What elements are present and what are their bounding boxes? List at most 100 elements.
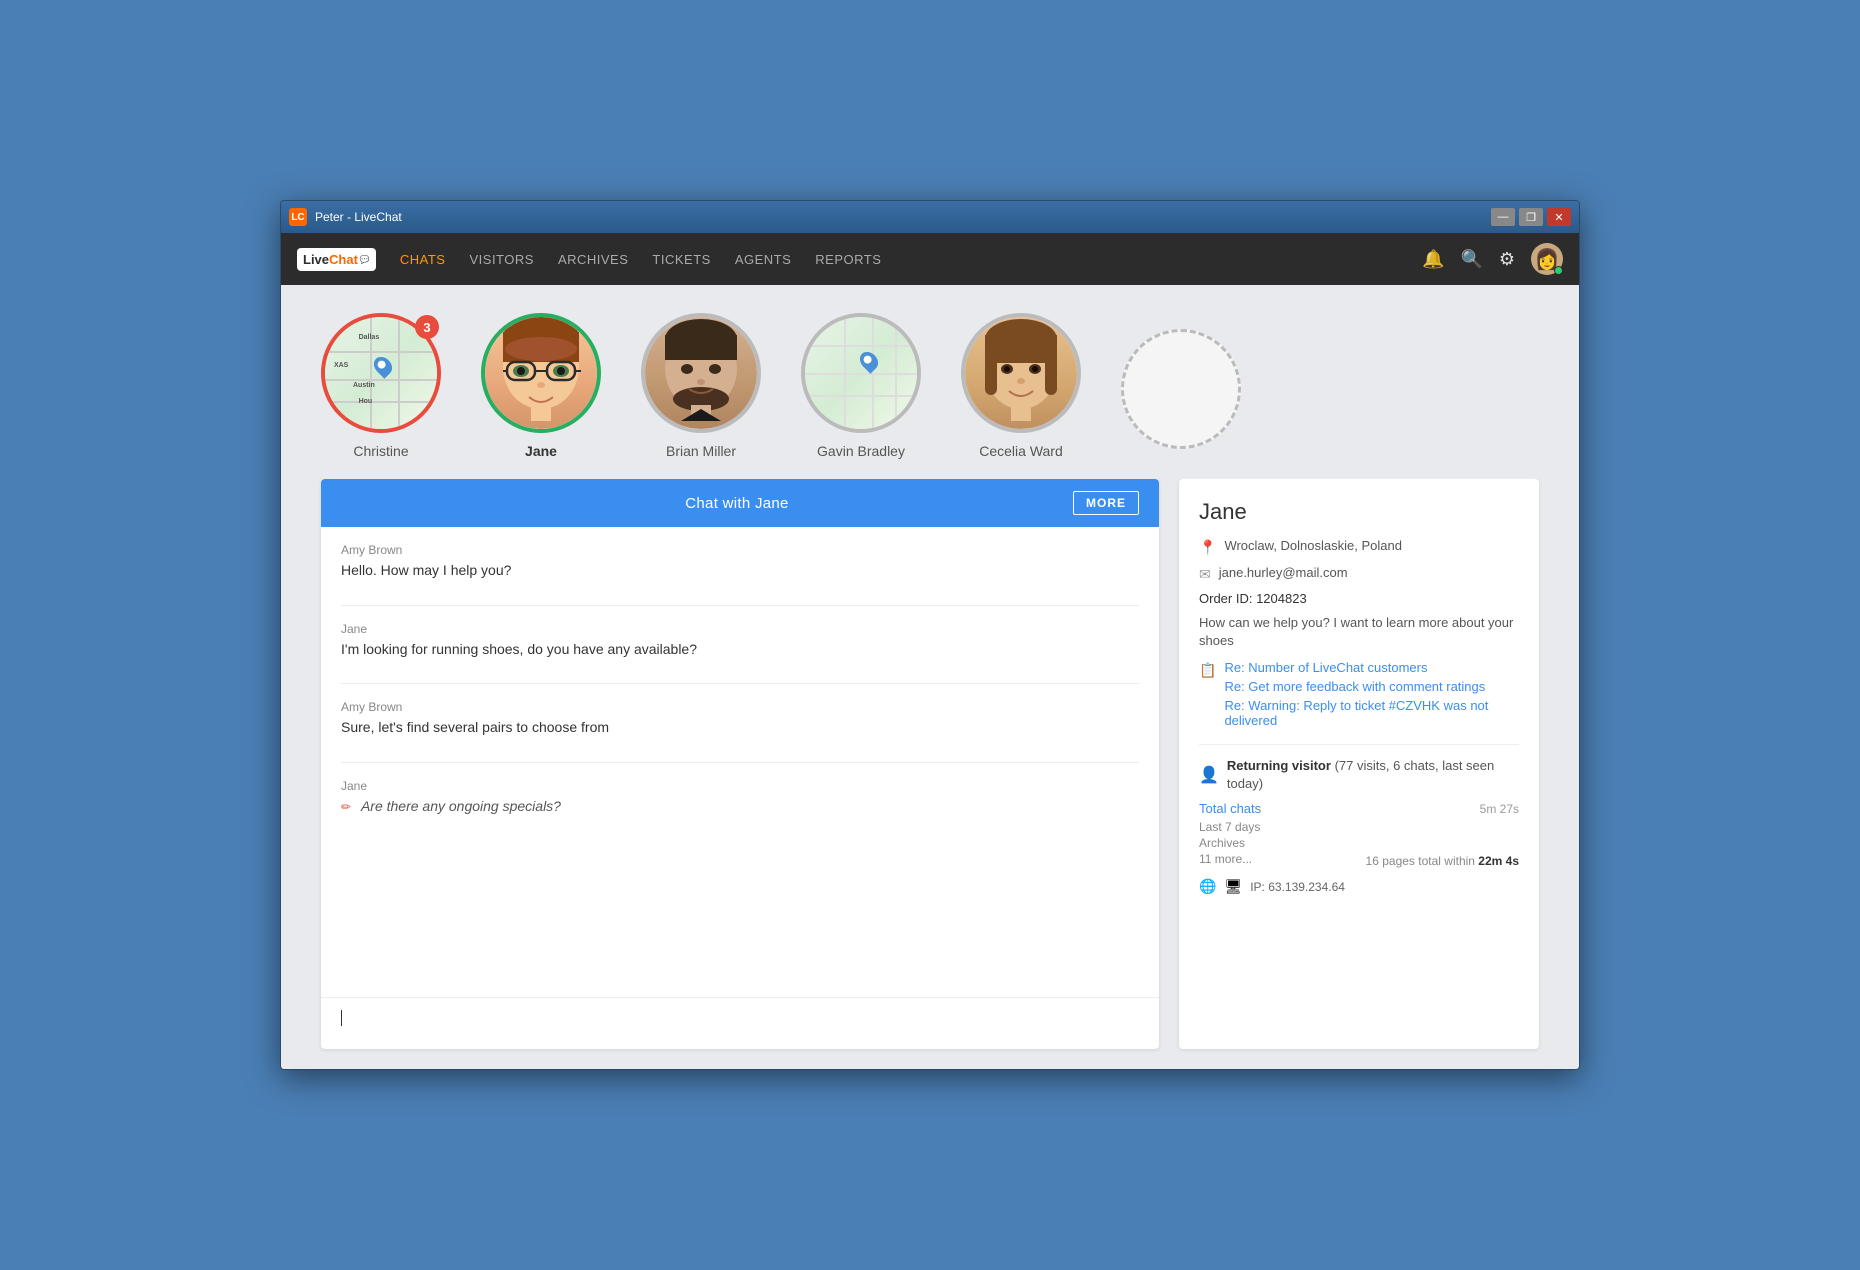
ip-label: IP: 63.139.234.64	[1250, 880, 1345, 894]
logo-live: Live	[303, 252, 329, 267]
nav-reports[interactable]: REPORTS	[815, 248, 881, 271]
christine-badge: 3	[415, 315, 439, 339]
maximize-button[interactable]: ❐	[1519, 208, 1543, 226]
logo-bubble-icon: 💬	[360, 255, 370, 264]
agent-brian-avatar-wrap	[641, 313, 761, 433]
nav-agents[interactable]: AGENTS	[735, 248, 791, 271]
window-title: Peter - LiveChat	[315, 210, 1491, 224]
sidebar-email-row: ✉ jane.hurley@mail.com	[1199, 564, 1519, 583]
logo-chat: Chat	[329, 252, 358, 267]
more-label: 11 more...	[1199, 852, 1252, 866]
chrome-icon: 🌐	[1199, 878, 1216, 895]
message-3: Amy Brown Sure, let's find several pairs…	[341, 700, 1139, 738]
msg-text-2: I'm looking for running shoes, do you ha…	[341, 640, 1139, 660]
agent-cecelia[interactable]: Cecelia Ward	[961, 313, 1081, 459]
tickets-icon: 📋	[1199, 662, 1216, 679]
pencil-icon: ✏	[341, 800, 351, 814]
agent-empty[interactable]	[1121, 329, 1241, 459]
minimize-button[interactable]: —	[1491, 208, 1515, 226]
sidebar-order-note: How can we help you? I want to learn mor…	[1199, 614, 1519, 650]
pages-count: 16 pages total within	[1366, 854, 1475, 868]
agent-christine[interactable]: Dallas XAS Austin Hou 3 Christine	[321, 313, 441, 459]
sidebar-ticket-1[interactable]: Re: Number of LiveChat customers	[1224, 660, 1519, 675]
chat-header: Chat with Jane MORE	[321, 479, 1159, 527]
close-button[interactable]: ✕	[1547, 208, 1571, 226]
agent-gavin-circle	[801, 313, 921, 433]
location-icon: 📍	[1199, 539, 1216, 556]
pages-info: 16 pages total within 22m 4s	[1366, 854, 1519, 868]
message-2: Jane I'm looking for running shoes, do y…	[341, 622, 1139, 660]
total-chats-label[interactable]: Total chats	[1199, 801, 1261, 816]
sidebar-location: Wroclaw, Dolnoslaskie, Poland	[1224, 537, 1402, 555]
nav-actions: 🔔 🔍 ⚙ 👩	[1422, 243, 1563, 275]
user-avatar-wrap: 👩	[1531, 243, 1563, 275]
agent-empty-avatar-wrap	[1121, 329, 1241, 449]
sidebar-browser-row: 🌐 🖥 IP: 63.139.234.64	[1199, 878, 1519, 895]
nav-archives[interactable]: ARCHIVES	[558, 248, 628, 271]
chat-panel: Chat with Jane MORE Amy Brown Hello. How…	[321, 479, 1159, 1049]
msg-sender-4: Jane	[341, 779, 1139, 793]
agent-gavin-avatar-wrap	[801, 313, 921, 433]
more-button[interactable]: MORE	[1073, 491, 1139, 515]
sidebar: Jane 📍 Wroclaw, Dolnoslaskie, Poland ✉ j…	[1179, 479, 1539, 1049]
agent-cecelia-name: Cecelia Ward	[979, 443, 1063, 459]
sidebar-visitor-info: Returning visitor (77 visits, 6 chats, l…	[1227, 757, 1519, 793]
map-pin-gavin-icon	[856, 348, 881, 373]
msg-sender-3: Amy Brown	[341, 700, 1139, 714]
gavin-map	[805, 317, 917, 429]
nav-chats[interactable]: CHATS	[400, 248, 446, 271]
agent-cecelia-avatar-wrap	[961, 313, 1081, 433]
msg-separator-3	[341, 762, 1139, 763]
sidebar-location-row: 📍 Wroclaw, Dolnoslaskie, Poland	[1199, 537, 1519, 556]
cecelia-face	[965, 317, 1077, 429]
search-icon[interactable]: 🔍	[1460, 249, 1482, 270]
msg-text-1: Hello. How may I help you?	[341, 561, 1139, 581]
total-chats-time: 5m 27s	[1480, 802, 1519, 816]
chat-title: Chat with Jane	[685, 495, 788, 512]
brian-face	[645, 317, 757, 429]
agent-christine-avatar-wrap: Dallas XAS Austin Hou 3	[321, 313, 441, 433]
windows-icon: 🖥	[1224, 878, 1242, 895]
agent-jane[interactable]: Jane	[481, 313, 601, 459]
last7days-label: Last 7 days	[1199, 820, 1519, 834]
text-cursor	[341, 1010, 342, 1026]
window-controls: — ❐ ✕	[1491, 208, 1571, 226]
app-icon: LC	[289, 208, 307, 226]
agent-jane-name: Jane	[525, 443, 557, 459]
logo[interactable]: LiveChat 💬	[297, 248, 376, 271]
nav-tickets[interactable]: TICKETS	[652, 248, 710, 271]
sidebar-total-chats-row: Total chats 5m 27s	[1199, 801, 1519, 816]
message-4: Jane ✏ Are there any ongoing specials?	[341, 779, 1139, 817]
agent-christine-name: Christine	[353, 443, 408, 459]
visitor-icon: 👤	[1199, 765, 1219, 785]
main-content: Dallas XAS Austin Hou 3 Christine	[281, 285, 1579, 1069]
sidebar-ticket-2[interactable]: Re: Get more feedback with comment ratin…	[1224, 679, 1519, 694]
agent-brian[interactable]: Brian Miller	[641, 313, 761, 459]
map-pin-icon	[371, 353, 396, 378]
sidebar-visitor-row: 👤 Returning visitor (77 visits, 6 chats,…	[1199, 757, 1519, 793]
sidebar-more-row: 11 more... 16 pages total within 22m 4s	[1199, 852, 1519, 870]
email-icon: ✉	[1199, 566, 1211, 583]
nav-items: CHATS VISITORS ARCHIVES TICKETS AGENTS R…	[400, 248, 1422, 271]
chat-input-area	[321, 997, 1159, 1049]
msg-sender-2: Jane	[341, 622, 1139, 636]
archives-label: Archives	[1199, 836, 1519, 850]
sidebar-divider-1	[1199, 744, 1519, 745]
logo-box: LiveChat 💬	[297, 248, 376, 271]
navbar: LiveChat 💬 CHATS VISITORS ARCHIVES TICKE…	[281, 233, 1579, 285]
agent-jane-avatar-wrap	[481, 313, 601, 433]
jane-face	[485, 317, 597, 429]
sidebar-tickets-row: 📋 Re: Number of LiveChat customers Re: G…	[1199, 660, 1519, 732]
msg-sender-1: Amy Brown	[341, 543, 1139, 557]
agent-gavin[interactable]: Gavin Bradley	[801, 313, 921, 459]
notifications-icon[interactable]: 🔔	[1422, 249, 1444, 270]
online-status-indicator	[1554, 266, 1563, 275]
msg-italic-4: Are there any ongoing specials?	[361, 798, 561, 814]
msg-text-3: Sure, let's find several pairs to choose…	[341, 718, 1139, 738]
message-1: Amy Brown Hello. How may I help you?	[341, 543, 1139, 581]
nav-visitors[interactable]: VISITORS	[469, 248, 533, 271]
settings-icon[interactable]: ⚙	[1499, 249, 1515, 270]
visitor-type-label: Returning visitor	[1227, 758, 1331, 773]
pages-time: 22m 4s	[1478, 854, 1519, 868]
sidebar-ticket-3[interactable]: Re: Warning: Reply to ticket #CZVHK was …	[1224, 698, 1519, 728]
